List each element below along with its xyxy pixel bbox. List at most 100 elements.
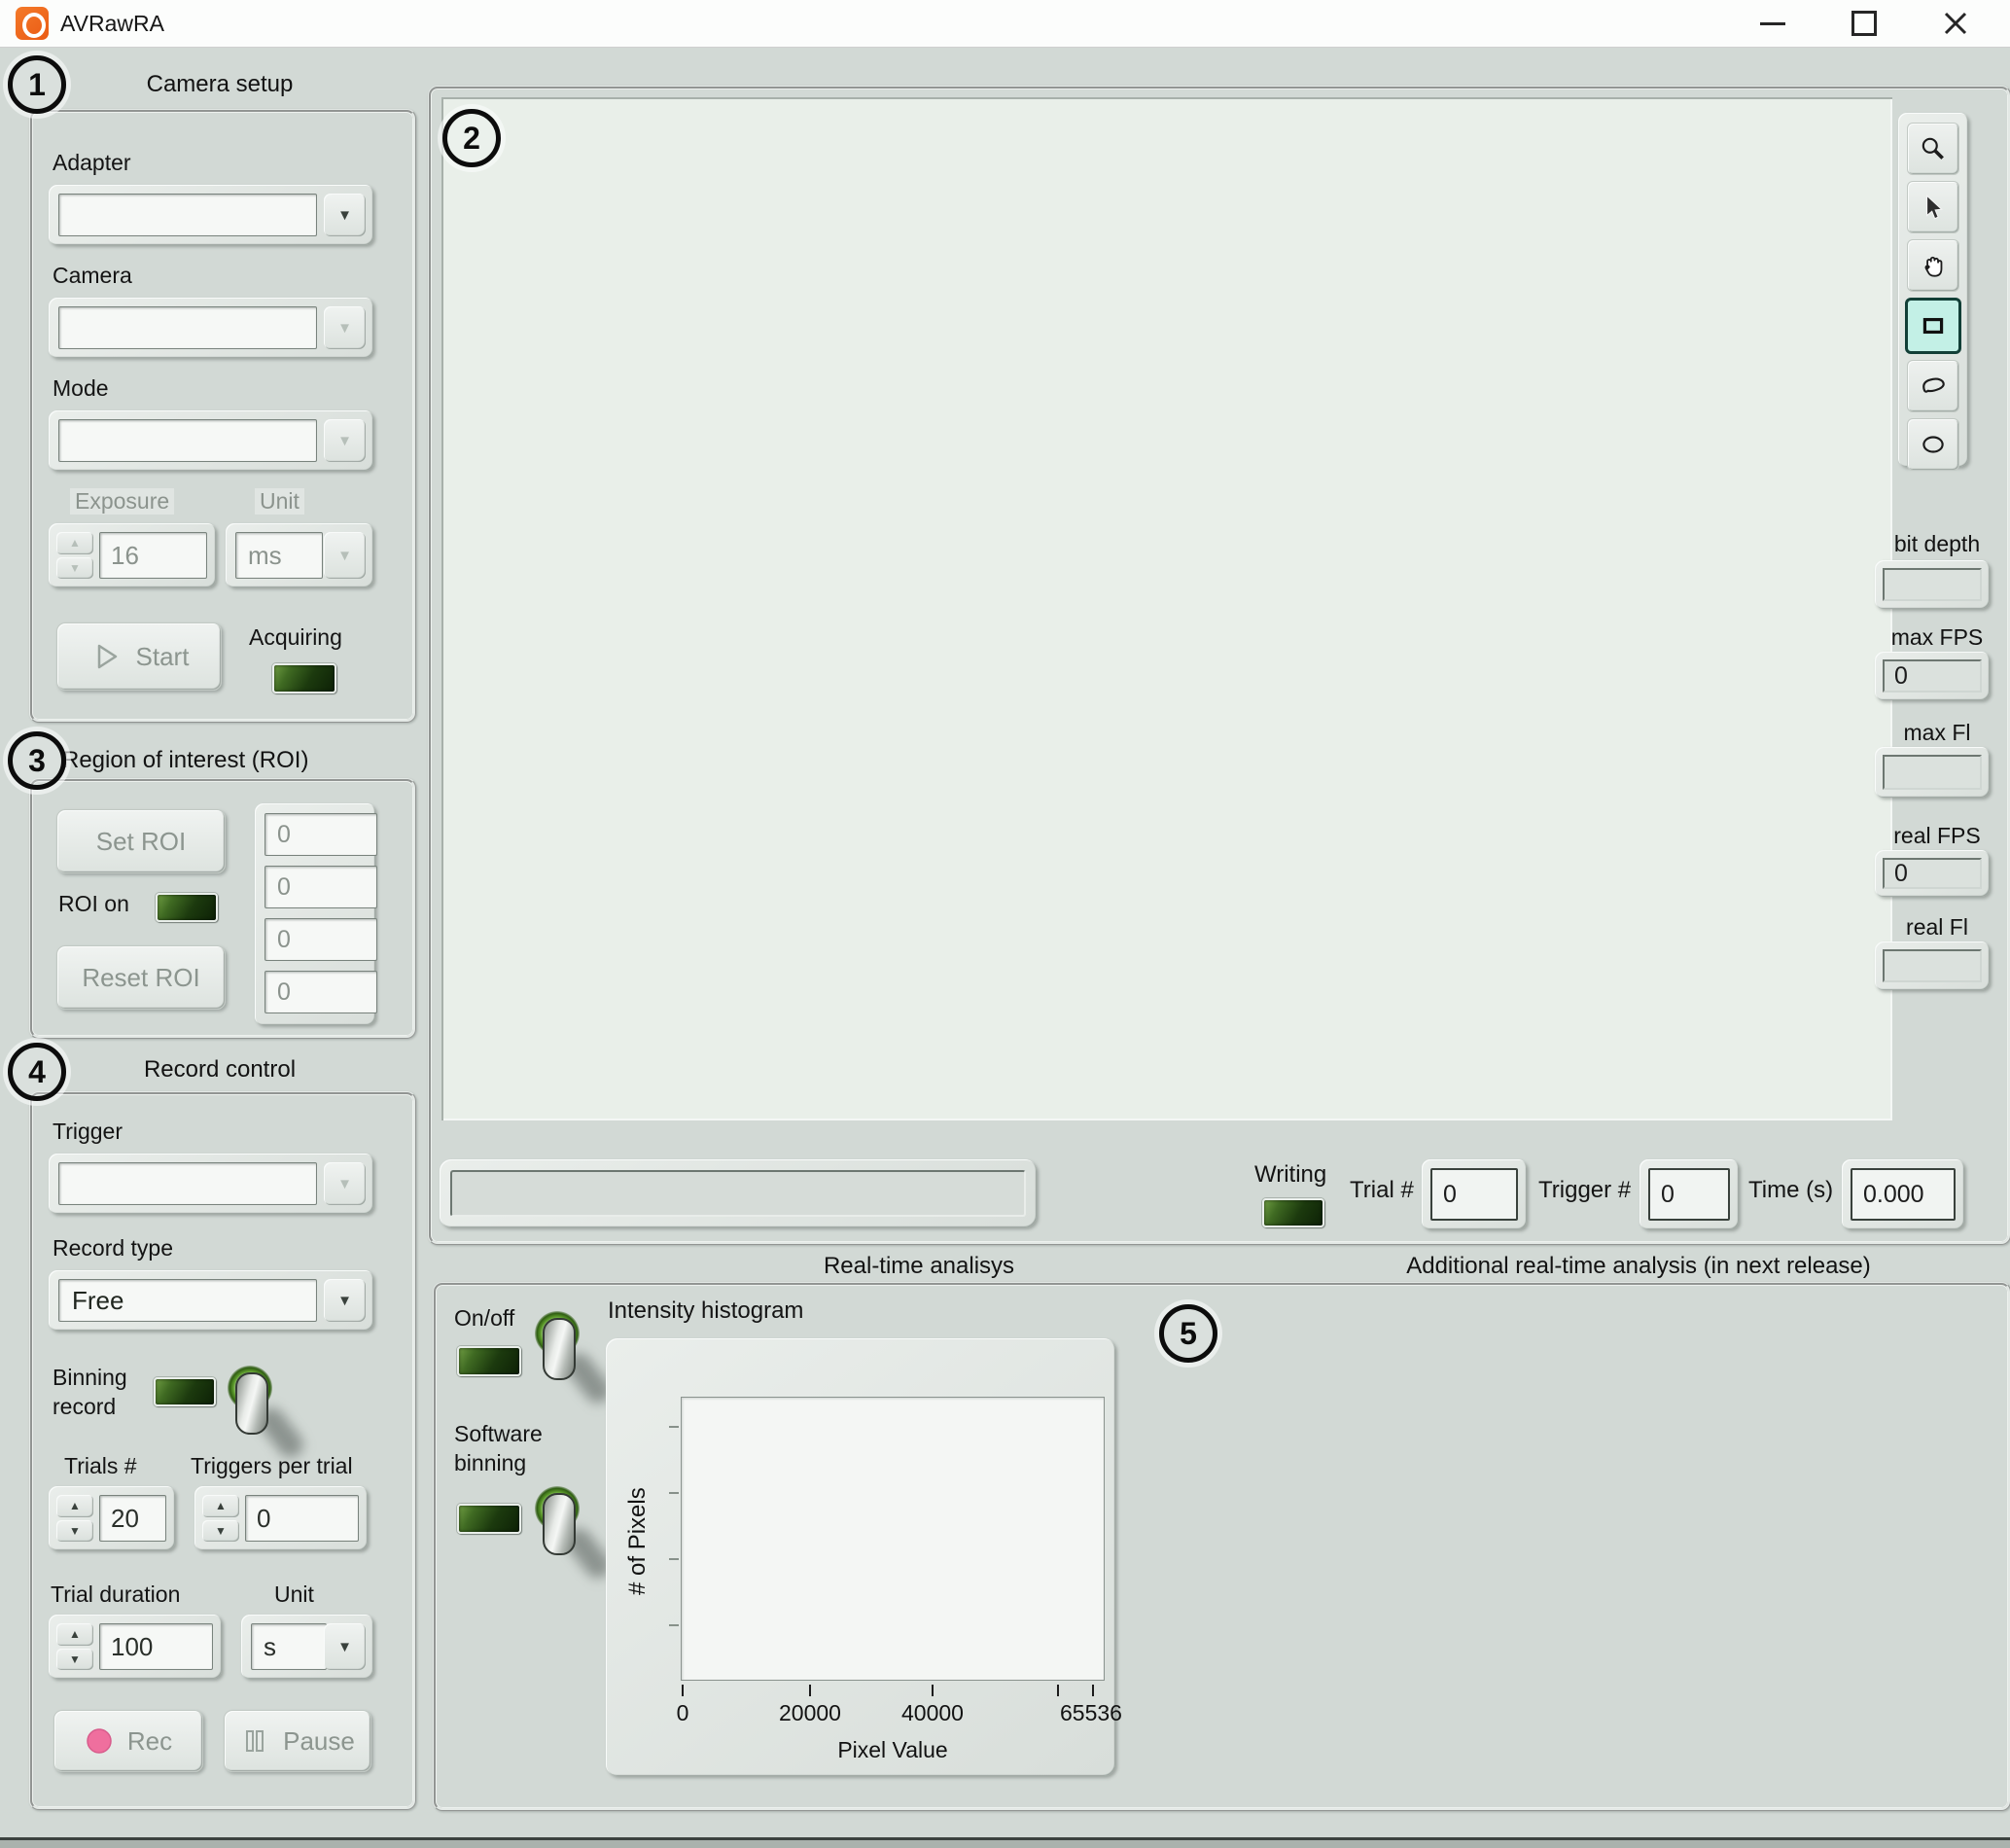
marker-1-number: 1 [28, 67, 46, 103]
trials-decrement-button[interactable]: ▼ [56, 1520, 93, 1543]
annotation-marker-1: 1 [8, 55, 66, 114]
exposure-decrement-button[interactable]: ▼ [56, 557, 93, 580]
real-fl-value [1883, 949, 1982, 982]
zoom-tool-button[interactable] [1907, 123, 1959, 175]
triggers-per-trial-value[interactable]: 0 [245, 1495, 359, 1542]
record-type-combobox-value[interactable]: Free [58, 1279, 317, 1322]
trial-number-label: Trial # [1350, 1177, 1414, 1204]
y-axis-tick [669, 1558, 679, 1560]
rec-button[interactable]: Rec [53, 1710, 203, 1772]
record-unit-select[interactable]: s ▼ [241, 1615, 373, 1679]
histogram-ylabel: # of Pixels [624, 1420, 652, 1663]
trials-label: Trials # [64, 1453, 137, 1479]
status-message-field [440, 1159, 1037, 1227]
x-axis-tick [682, 1685, 684, 1696]
max-fl-value [1883, 755, 1982, 790]
camera-combobox-value[interactable] [58, 306, 317, 349]
record-type-dropdown-button[interactable]: ▼ [324, 1279, 366, 1322]
mode-dropdown-button[interactable]: ▼ [324, 419, 366, 462]
additional-analysis-header: Additional real-time analysis (in next r… [1274, 1253, 2003, 1280]
camera-label: Camera [53, 263, 132, 289]
rec-button-label: Rec [127, 1726, 172, 1757]
y-axis-tick [669, 1624, 679, 1626]
real-fps-indicator: 0 [1875, 850, 1990, 897]
trigger-dropdown-button[interactable]: ▼ [324, 1162, 366, 1205]
maximize-button[interactable] [1826, 0, 1902, 47]
close-button[interactable] [1918, 0, 1993, 47]
x-tick-label-20000: 20000 [779, 1700, 841, 1726]
exposure-increment-button[interactable]: ▲ [56, 532, 93, 554]
reset-roi-button[interactable]: Reset ROI [56, 945, 226, 1010]
x-axis-tick [1057, 1685, 1059, 1696]
software-binning-toggle[interactable] [533, 1486, 587, 1583]
mode-combobox[interactable]: ▼ [49, 410, 373, 471]
play-icon [89, 640, 123, 673]
software-binning-led [457, 1504, 521, 1534]
set-roi-button[interactable]: Set ROI [56, 809, 226, 873]
window-title: AVRawRA [60, 11, 164, 37]
application-window: AVRawRA 1 2 3 4 5 Camera setup Adapter ▼… [0, 0, 2010, 1848]
x-axis-tick [809, 1685, 811, 1696]
exposure-unit-value[interactable]: ms [235, 532, 323, 579]
duration-decrement-button[interactable]: ▼ [56, 1649, 93, 1671]
roi-value-width: 0 [264, 918, 377, 961]
start-button[interactable]: Start [56, 622, 222, 691]
roi-title: Region of interest (ROI) [62, 747, 308, 774]
exposure-value[interactable]: 16 [99, 532, 207, 579]
roi-values-group: 0 0 0 0 [255, 803, 375, 1025]
triggers-per-trial-stepper[interactable]: ▲ ▼ 0 [194, 1486, 368, 1550]
trigger-combobox-value[interactable] [58, 1162, 317, 1205]
real-fl-indicator [1875, 942, 1990, 990]
trial-number-value: 0 [1430, 1168, 1518, 1221]
duration-increment-button[interactable]: ▲ [56, 1623, 93, 1646]
exposure-unit-dropdown-button[interactable]: ▼ [324, 532, 366, 579]
cursor-tool-button[interactable] [1907, 181, 1959, 233]
record-type-combobox[interactable]: Free ▼ [49, 1270, 373, 1331]
image-display-canvas[interactable] [441, 97, 1892, 1120]
y-axis-tick [669, 1426, 679, 1428]
record-unit-dropdown-button[interactable]: ▼ [324, 1623, 366, 1670]
chevron-down-icon: ▼ [337, 208, 352, 223]
annotation-marker-4: 4 [8, 1043, 66, 1101]
pause-button[interactable]: Pause [224, 1710, 371, 1772]
writing-led [1262, 1198, 1324, 1227]
exposure-stepper[interactable]: ▲ ▼ 16 [49, 523, 216, 587]
trigger-combobox[interactable]: ▼ [49, 1154, 373, 1214]
adapter-combobox[interactable]: ▼ [49, 185, 373, 245]
binning-record-toggle[interactable] [226, 1366, 280, 1463]
camera-combobox[interactable]: ▼ [49, 298, 373, 358]
trial-duration-stepper[interactable]: ▲ ▼ 100 [49, 1615, 222, 1679]
magnifier-icon [1919, 134, 1948, 163]
trial-duration-label: Trial duration [51, 1581, 180, 1608]
y-axis-tick [669, 1492, 679, 1494]
mode-combobox-value[interactable] [58, 419, 317, 462]
roi-value-x: 0 [264, 813, 377, 856]
lasso-icon [1919, 372, 1948, 401]
trials-stepper[interactable]: ▲ ▼ 20 [49, 1486, 175, 1550]
pan-tool-button[interactable] [1907, 239, 1959, 292]
trial-duration-value[interactable]: 100 [99, 1623, 213, 1670]
onoff-toggle[interactable] [533, 1311, 587, 1408]
record-unit-value[interactable]: s [251, 1623, 327, 1670]
trial-number-indicator: 0 [1422, 1159, 1527, 1229]
toggle-knob-icon [543, 1493, 576, 1555]
exposure-unit-select[interactable]: ms ▼ [226, 523, 373, 587]
up-arrow-icon: ▲ [215, 1500, 227, 1511]
rectangle-roi-tool-button[interactable] [1905, 298, 1961, 354]
x-axis-tick [932, 1685, 934, 1696]
real-fps-value: 0 [1883, 858, 1982, 889]
minimize-button[interactable] [1735, 0, 1811, 47]
down-arrow-icon: ▼ [69, 1653, 81, 1665]
chevron-down-icon: ▼ [337, 321, 352, 336]
record-type-label: Record type [53, 1235, 173, 1262]
lasso-roi-tool-button[interactable] [1907, 360, 1959, 412]
ellipse-roi-tool-button[interactable] [1907, 418, 1959, 471]
trials-increment-button[interactable]: ▲ [56, 1495, 93, 1517]
triggers-increment-button[interactable]: ▲ [202, 1495, 239, 1517]
adapter-dropdown-button[interactable]: ▼ [324, 194, 366, 236]
trials-value[interactable]: 20 [99, 1495, 166, 1542]
camera-dropdown-button[interactable]: ▼ [324, 306, 366, 349]
triggers-decrement-button[interactable]: ▼ [202, 1520, 239, 1543]
max-fps-indicator: 0 [1875, 652, 1990, 700]
adapter-combobox-value[interactable] [58, 194, 317, 236]
